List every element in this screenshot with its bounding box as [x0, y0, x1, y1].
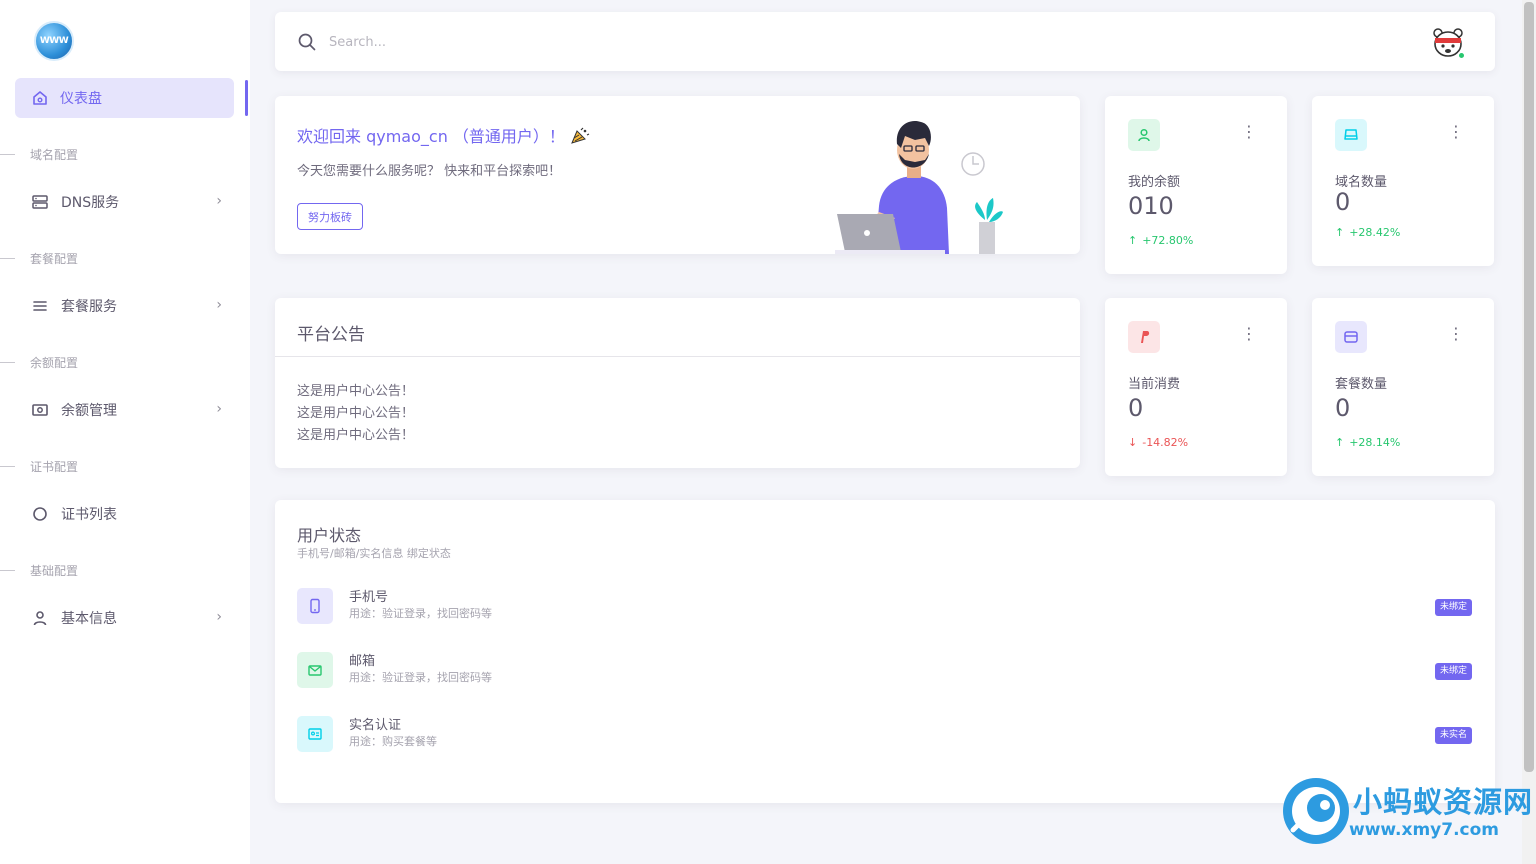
status-badge[interactable]: 未绑定 — [1434, 663, 1472, 680]
sidebar-item-label: 证书列表 — [61, 507, 117, 523]
stat-card-spending: ⋮ 当前消费 0 ↓ -14.82% — [1105, 298, 1287, 476]
stat-trend: ↑ +28.14% — [1335, 436, 1401, 449]
section-label-domain: 域名配置 — [0, 146, 78, 163]
sidebar-item-dashboard[interactable]: 仪表盘 — [15, 78, 234, 118]
stat-trend: ↑ +28.42% — [1335, 226, 1401, 239]
cash-icon — [30, 400, 50, 420]
announcement-card: 平台公告 这是用户中心公告！ 这是用户中心公告！ 这是用户中心公告！ — [275, 298, 1080, 468]
stat-value: 0 — [1335, 188, 1351, 216]
status-desc: 用途：验证登录，找回密码等 — [349, 671, 492, 684]
sidebar-item-balance[interactable]: 余额管理 › — [30, 398, 226, 422]
list-item-phone[interactable]: 手机号 用途：验证登录，找回密码等 未绑定 — [297, 586, 1472, 626]
chevron-right-icon: › — [216, 609, 222, 625]
arrow-up-icon: ↑ — [1128, 234, 1138, 247]
stat-trend: ↑ +72.80% — [1128, 234, 1194, 247]
section-label-package: 套餐配置 — [0, 250, 78, 267]
status-desc: 用途：验证登录，找回密码等 — [349, 607, 492, 620]
sidebar-item-package-service[interactable]: 套餐服务 › — [30, 294, 226, 318]
active-indicator — [245, 80, 248, 116]
scrollbar-thumb[interactable] — [1524, 2, 1534, 772]
avatar[interactable] — [1430, 24, 1466, 60]
user-status-subtitle: 手机号/邮箱/实名信息 绑定状态 — [297, 547, 451, 560]
divider — [275, 356, 1080, 357]
logo-text: WWW — [39, 36, 69, 46]
section-label-cert: 证书配置 — [0, 458, 78, 475]
list-item-email[interactable]: 邮箱 用途：验证登录，找回密码等 未绑定 — [297, 650, 1472, 690]
announcement-line: 这是用户中心公告！ — [297, 406, 415, 421]
status-badge[interactable]: 未绑定 — [1434, 599, 1472, 616]
user-icon — [30, 608, 50, 628]
home-icon — [31, 89, 49, 107]
chevron-right-icon: › — [216, 297, 222, 313]
phone-icon — [297, 588, 333, 624]
list-item-realname[interactable]: 实名认证 用途：购买套餐等 未实名 — [297, 714, 1472, 754]
status-name: 手机号 — [349, 590, 389, 605]
stat-value: 010 — [1128, 192, 1174, 220]
sidebar-item-basic-info[interactable]: 基本信息 › — [30, 606, 226, 630]
status-name: 实名认证 — [349, 718, 402, 733]
topbar — [275, 12, 1495, 71]
circle-icon — [30, 504, 50, 524]
more-vertical-icon[interactable]: ⋮ — [1448, 326, 1464, 342]
stat-label: 当前消费 — [1128, 377, 1181, 392]
more-vertical-icon[interactable]: ⋮ — [1241, 326, 1257, 342]
user-icon — [1128, 119, 1160, 151]
announcement-line: 这是用户中心公告！ — [297, 428, 415, 443]
wallet-icon — [1335, 321, 1367, 353]
sidebar-item-label: 套餐服务 — [61, 299, 117, 315]
online-status-dot — [1457, 51, 1466, 60]
section-label-balance: 余额配置 — [0, 354, 78, 371]
sidebar-item-label: 余额管理 — [61, 403, 117, 419]
announcement-line: 这是用户中心公告！ — [297, 384, 415, 399]
stat-label: 我的余额 — [1128, 175, 1181, 190]
stat-value: 0 — [1335, 394, 1351, 422]
sidebar: WWW 仪表盘 域名配置 DNS服务 › 套餐配置 套餐服务 › 余额配置 余额… — [0, 0, 250, 864]
announcement-title: 平台公告 — [297, 325, 365, 345]
watermark-url: www.xmy7.com — [1349, 820, 1500, 840]
watermark: 小蚂蚁资源网 www.xmy7.com — [1283, 776, 1533, 846]
stat-label: 套餐数量 — [1335, 377, 1388, 392]
stat-value: 0 — [1128, 394, 1144, 422]
stat-card-balance: ⋮ 我的余额 010 ↑ +72.80% — [1105, 96, 1287, 274]
user-status-title: 用户状态 — [297, 526, 362, 545]
chevron-right-icon: › — [216, 401, 222, 417]
drive-icon — [1335, 119, 1367, 151]
site-logo[interactable]: WWW — [34, 21, 74, 61]
stat-trend: ↓ -14.82% — [1128, 436, 1189, 449]
server-icon — [30, 192, 50, 212]
status-name: 邮箱 — [349, 654, 376, 669]
sidebar-item-label: 基本信息 — [61, 611, 117, 627]
list-icon — [30, 296, 50, 316]
arrow-up-icon: ↑ — [1335, 226, 1345, 239]
arrow-up-icon: ↑ — [1335, 436, 1345, 449]
mail-icon — [297, 652, 333, 688]
welcome-action-button[interactable]: 努力板砖 — [297, 203, 363, 230]
sidebar-item-dns[interactable]: DNS服务 › — [30, 190, 226, 214]
search-input[interactable] — [329, 30, 529, 54]
arrow-down-icon: ↓ — [1128, 436, 1138, 449]
more-vertical-icon[interactable]: ⋮ — [1241, 124, 1257, 140]
id-card-icon — [297, 716, 333, 752]
sidebar-item-cert-list[interactable]: 证书列表 — [30, 502, 226, 526]
developer-illustration — [835, 120, 1003, 254]
welcome-subtitle: 今天您需要什么服务呢？ 快来和平台探索吧！ — [297, 164, 562, 179]
paypal-icon — [1128, 321, 1160, 353]
watermark-title: 小蚂蚁资源网 — [1353, 785, 1534, 819]
sidebar-item-label: DNS服务 — [61, 195, 120, 211]
status-desc: 用途：购买套餐等 — [349, 735, 437, 748]
sidebar-item-label: 仪表盘 — [60, 91, 102, 107]
search-icon[interactable] — [297, 32, 317, 52]
chevron-right-icon: › — [216, 193, 222, 209]
more-vertical-icon[interactable]: ⋮ — [1448, 124, 1464, 140]
watermark-logo — [1283, 778, 1349, 844]
stat-card-packages: ⋮ 套餐数量 0 ↑ +28.14% — [1312, 298, 1494, 476]
welcome-card: 欢迎回来 qymao_cn （普通用户）！ 今天您需要什么服务呢？ 快来和平台探… — [275, 96, 1080, 254]
status-badge[interactable]: 未实名 — [1434, 727, 1472, 744]
section-label-basic: 基础配置 — [0, 562, 78, 579]
stat-card-domains: ⋮ 域名数量 0 ↑ +28.42% — [1312, 96, 1494, 266]
user-status-card: 用户状态 手机号/邮箱/实名信息 绑定状态 手机号 用途：验证登录，找回密码等 … — [275, 500, 1495, 803]
welcome-title: 欢迎回来 qymao_cn （普通用户）！ — [297, 123, 590, 149]
party-popper-icon — [570, 127, 590, 149]
